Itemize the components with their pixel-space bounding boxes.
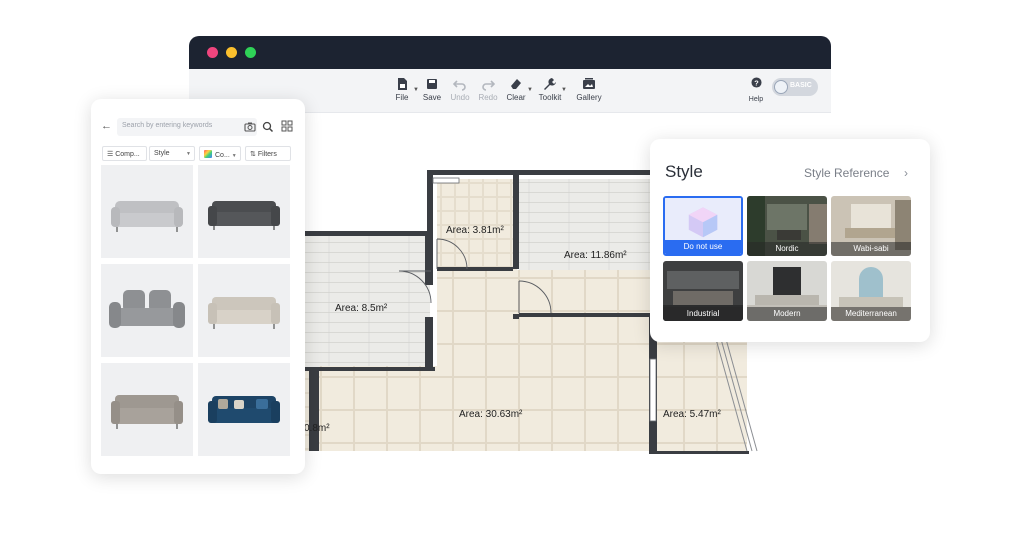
room-area-label: Area: 5.47m² [663, 409, 721, 420]
product-card[interactable] [198, 363, 290, 456]
more-filters-label: Filters [257, 151, 277, 158]
sofa-thumbnail [208, 396, 280, 423]
help-label: Help [748, 96, 764, 103]
style-option-modern[interactable]: Modern [747, 261, 827, 321]
toolkit-caret-icon: ▼ [561, 87, 567, 93]
search-placeholder: Search by entering keywords [122, 122, 213, 129]
style-option-mediterranean[interactable]: Mediterranean [831, 261, 911, 321]
undo-icon [453, 80, 466, 91]
clear-button[interactable]: Clear ▼ [499, 77, 533, 102]
search-icon[interactable] [261, 120, 275, 134]
list-icon: ☰ [107, 151, 116, 158]
sofa-thumbnail [111, 201, 183, 232]
marketing-composite: File ▼ Save Undo Redo Clear ▼ Toolkit ▼ … [0, 0, 1020, 558]
style-reference-link[interactable]: Style Reference [804, 166, 889, 180]
plan-badge: BASIC [790, 82, 812, 89]
save-icon [427, 79, 437, 89]
furniture-catalog-panel: ← Search by entering keywords ☰ Comp... … [91, 99, 305, 474]
chevron-right-icon[interactable]: › [904, 166, 908, 180]
gallery-label: Gallery [576, 93, 602, 102]
more-filters-button[interactable]: ⇅ Filters [245, 146, 291, 161]
file-button[interactable]: File ▼ [385, 77, 419, 102]
product-card[interactable] [101, 264, 193, 357]
filter-icon: ⇅ [250, 151, 258, 158]
room-area-label: 0.8m² [304, 423, 330, 434]
style-panel-title: Style [665, 162, 703, 181]
back-arrow-icon[interactable]: ← [101, 120, 112, 132]
grid-view-icon[interactable] [281, 120, 293, 132]
product-card[interactable] [101, 165, 193, 258]
color-filter[interactable]: Co... ▼ [199, 146, 241, 161]
color-swatch-icon [204, 150, 212, 158]
window-mark [649, 358, 657, 422]
style-filter-label: Style [154, 150, 170, 157]
window-mark [432, 177, 460, 184]
toolkit-label: Toolkit [538, 93, 562, 102]
help-button[interactable]: ? Help [745, 77, 767, 106]
toolkit-button[interactable]: Toolkit ▼ [533, 77, 567, 102]
style-option-wabi-sabi[interactable]: Wabi-sabi [831, 196, 911, 256]
wrench-icon [544, 78, 556, 90]
room-floor [437, 270, 653, 366]
clear-label: Clear [506, 93, 526, 102]
file-label: File [395, 93, 409, 102]
gallery-button[interactable]: Gallery [572, 77, 606, 102]
eraser-icon [511, 79, 521, 89]
camera-icon[interactable] [243, 120, 257, 134]
sofa-thumbnail [109, 290, 185, 328]
avatar [774, 80, 788, 94]
style-option-label: Modern [747, 307, 827, 321]
window-maximize-dot[interactable] [245, 47, 256, 58]
style-option-industrial[interactable]: Industrial [663, 261, 743, 321]
style-option-label: Wabi-sabi [831, 242, 911, 256]
room-floor [305, 233, 430, 367]
product-card[interactable] [198, 165, 290, 258]
help-icon: ? [750, 77, 762, 88]
search-input[interactable]: Search by entering keywords [117, 118, 257, 136]
chevron-down-icon: ▼ [231, 153, 237, 159]
style-option-label: Industrial [663, 307, 743, 321]
gallery-icon [583, 78, 595, 89]
style-panel: Style Style Reference › Do not use Nordi… [650, 139, 930, 342]
color-filter-label: Co... [215, 152, 230, 159]
sofa-thumbnail [208, 201, 280, 230]
product-card[interactable] [198, 264, 290, 357]
window-titlebar [189, 36, 831, 69]
account-chip[interactable]: BASIC [772, 78, 818, 96]
svg-text:?: ? [754, 78, 759, 87]
composition-filter-label: Comp... [115, 151, 140, 158]
style-filter[interactable]: Style ▼ [149, 146, 195, 161]
window-close-dot[interactable] [207, 47, 218, 58]
style-option-label: Mediterranean [831, 307, 911, 321]
sofa-thumbnail [111, 395, 183, 429]
sofa-thumbnail [208, 297, 280, 329]
chevron-down-icon: ▼ [186, 151, 191, 157]
composition-filter[interactable]: ☰ Comp... [102, 146, 147, 161]
style-option-label: Nordic [747, 242, 827, 256]
style-option-label: Do not use [665, 240, 741, 254]
room-area-label: Area: 8.5m² [335, 303, 388, 314]
style-option-nordic[interactable]: Nordic [747, 196, 827, 256]
window-minimize-dot[interactable] [226, 47, 237, 58]
room-area-label: Area: 3.81m² [446, 225, 504, 236]
room-area-label: Area: 30.63m² [459, 409, 523, 420]
style-option-do-not-use[interactable]: Do not use [663, 196, 743, 256]
file-icon [398, 78, 407, 90]
product-card[interactable] [101, 363, 193, 456]
redo-icon [482, 80, 495, 91]
room-area-label: Area: 11.86m² [564, 250, 627, 261]
